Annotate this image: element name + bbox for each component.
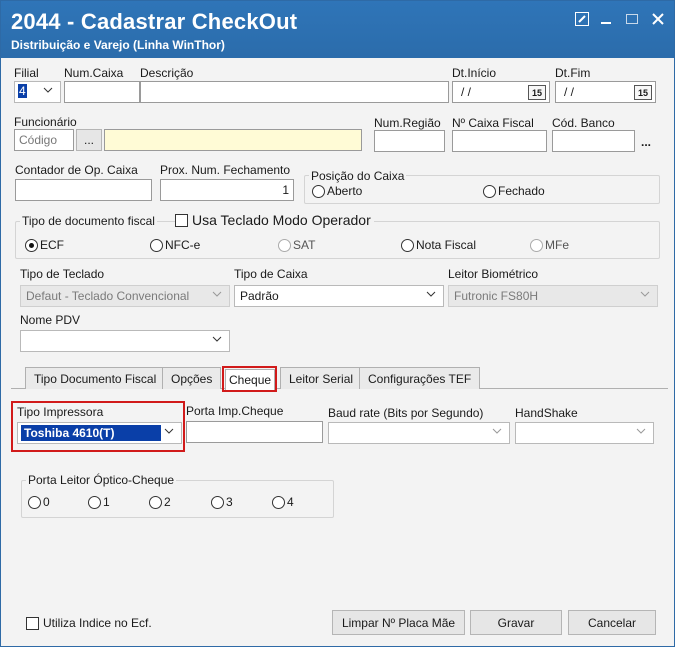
dt-inicio-input[interactable]: / / 15 [452, 81, 550, 103]
chevron-down-icon [640, 289, 652, 303]
utiliza-indice-checkbox[interactable]: Utiliza Indice no Ecf. [26, 616, 152, 630]
funcionario-search-button[interactable]: ... [76, 129, 102, 151]
leitor-select[interactable]: Futronic FS80H [448, 285, 658, 307]
calendar-icon[interactable]: 15 [528, 85, 546, 100]
dt-fim-label: Dt.Fim [555, 66, 591, 80]
porta-leitor-label: Porta Leitor Óptico-Cheque [26, 473, 177, 487]
tab-tipo-documento-fiscal[interactable]: Tipo Documento Fiscal [25, 367, 166, 389]
tab-leitor-serial[interactable]: Leitor Serial [280, 367, 363, 389]
codigo-input[interactable]: Código [14, 129, 74, 151]
radio-fechado[interactable]: Fechado [483, 184, 545, 198]
filial-value: 4 [18, 84, 27, 98]
tipo-impressora-select[interactable]: Toshiba 4610(T) [17, 422, 182, 444]
baud-rate-label: Baud rate (Bits por Segundo) [328, 406, 484, 420]
caixa-fiscal-label: Nº Caixa Fiscal [452, 116, 534, 130]
tipo-teclado-label: Tipo de Teclado [20, 267, 105, 281]
radio-mfe[interactable]: MFe [530, 238, 569, 252]
cancelar-button[interactable]: Cancelar [568, 610, 656, 635]
funcionario-label: Funcionário [14, 115, 77, 129]
window-title: 2044 - Cadastrar CheckOut [11, 9, 298, 34]
radio-porta-4[interactable]: 4 [272, 495, 294, 509]
edit-icon[interactable] [573, 10, 591, 28]
window: 2044 - Cadastrar CheckOut Distribuição e… [0, 0, 675, 647]
caixa-fiscal-input[interactable] [452, 130, 547, 152]
calendar-icon[interactable]: 15 [634, 85, 652, 100]
chevron-down-icon [212, 289, 224, 303]
nome-pdv-label: Nome PDV [20, 313, 81, 327]
tab-cheque-highlight [222, 366, 277, 392]
radio-porta-3[interactable]: 3 [211, 495, 233, 509]
radio-porta-1[interactable]: 1 [88, 495, 110, 509]
funcionario-name-field[interactable] [104, 129, 362, 151]
radio-nota-fiscal[interactable]: Nota Fiscal [401, 238, 476, 252]
radio-nfce[interactable]: NFC-e [150, 238, 200, 252]
contador-label: Contador de Op. Caixa [15, 163, 138, 177]
porta-imp-input[interactable] [186, 421, 323, 443]
cod-banco-label: Cód. Banco [552, 116, 615, 130]
cod-banco-search-button[interactable]: ... [641, 135, 651, 149]
window-subtitle: Distribuição e Varejo (Linha WinThor) [11, 38, 225, 52]
radio-sat[interactable]: SAT [278, 238, 315, 252]
handshake-label: HandShake [515, 406, 578, 420]
gravar-button[interactable]: Gravar [470, 610, 562, 635]
chevron-down-icon [492, 426, 504, 440]
cod-banco-input[interactable] [552, 130, 635, 152]
dt-inicio-label: Dt.Início [452, 66, 497, 80]
handshake-select[interactable] [515, 422, 654, 444]
leitor-label: Leitor Biométrico [448, 267, 539, 281]
tipo-caixa-label: Tipo de Caixa [234, 267, 308, 281]
descricao-input[interactable] [140, 81, 449, 103]
num-regiao-label: Num.Região [374, 116, 441, 130]
close-icon[interactable] [649, 10, 667, 28]
num-regiao-input[interactable] [374, 130, 445, 152]
filial-label: Filial [14, 66, 39, 80]
maximize-icon[interactable] [623, 10, 641, 28]
tipo-impressora-label: Tipo Impressora [17, 405, 104, 419]
minimize-icon[interactable] [598, 10, 616, 28]
radio-aberto[interactable]: Aberto [312, 184, 362, 198]
radio-porta-2[interactable]: 2 [149, 495, 171, 509]
limpar-placa-mae-button[interactable]: Limpar Nº Placa Mãe [332, 610, 465, 635]
tipo-teclado-select[interactable]: Defaut - Teclado Convencional [20, 285, 230, 307]
chevron-down-icon [426, 289, 438, 303]
doc-fiscal-label: Tipo de documento fiscal [20, 214, 157, 228]
dt-inicio-value: / / [461, 85, 472, 99]
num-caixa-input[interactable] [64, 81, 140, 103]
radio-ecf[interactable]: ECF [25, 238, 64, 252]
chevron-down-icon [636, 426, 648, 440]
tipo-caixa-select[interactable]: Padrão [234, 285, 444, 307]
prox-label: Prox. Num. Fechamento [160, 163, 291, 177]
radio-porta-0[interactable]: 0 [28, 495, 50, 509]
tab-configuracoes-tef[interactable]: Configurações TEF [359, 367, 481, 389]
teclado-operador-checkbox[interactable]: Usa Teclado Modo Operador [175, 212, 374, 228]
title-bar: 2044 - Cadastrar CheckOut Distribuição e… [1, 1, 674, 58]
porta-imp-label: Porta Imp.Cheque [186, 404, 284, 418]
tab-opcoes[interactable]: Opções [162, 367, 222, 389]
dt-fim-value: / / [564, 85, 575, 99]
chevron-down-icon [43, 85, 55, 99]
descricao-label: Descrição [140, 66, 194, 80]
contador-input[interactable] [15, 179, 152, 201]
chevron-down-icon [212, 334, 224, 348]
prox-input[interactable]: 1 [160, 179, 294, 201]
filial-select[interactable]: 4 [14, 81, 61, 103]
num-caixa-label: Num.Caixa [64, 66, 124, 80]
chevron-down-icon [164, 426, 176, 440]
baud-rate-select[interactable] [328, 422, 510, 444]
nome-pdv-select[interactable] [20, 330, 230, 352]
dt-fim-input[interactable]: / / 15 [555, 81, 656, 103]
posicao-label: Posição do Caixa [309, 169, 407, 183]
